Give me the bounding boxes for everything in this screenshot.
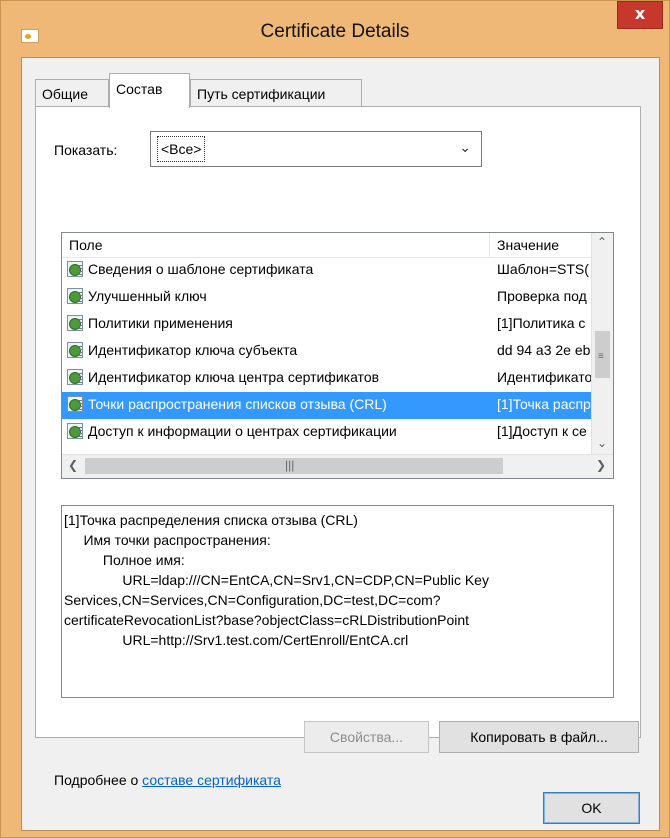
scroll-left-icon[interactable]: ❮ (68, 458, 78, 472)
row-value: [1]Политика с (497, 315, 586, 331)
tab-general[interactable]: Общие (35, 79, 109, 107)
list-item[interactable]: Сведения о шаблоне сертификата Шаблон=ST… (62, 257, 591, 284)
grip-icon: ≡ (598, 351, 604, 362)
list-item[interactable]: Идентификатор ключа центра сертификатов … (62, 365, 591, 392)
tab-certification-path[interactable]: Путь сертификации (190, 79, 362, 107)
ok-button[interactable]: OK (543, 792, 640, 824)
title-bar[interactable]: Certificate Details x (1, 1, 669, 43)
row-field: Сведения о шаблоне сертификата (88, 261, 314, 277)
fields-list[interactable]: Поле Значение Сведения о шаблоне сертифи… (61, 232, 614, 479)
certificate-extension-icon (67, 423, 83, 439)
certificate-details-window: Certificate Details x Общие Состав Путь … (0, 0, 670, 838)
row-field: Идентификатор ключа субъекта (88, 342, 298, 358)
window-title: Certificate Details (260, 21, 410, 42)
show-label-text: Показать: (54, 142, 118, 158)
detail-line: URL=http://Srv1.test.com/CertEnroll/EntC… (64, 632, 409, 648)
list-item[interactable]: Доступ к информации о центрах сертификац… (62, 419, 591, 446)
value-detail-box[interactable]: [1]Точка распределения списка отзыва (CR… (61, 505, 614, 698)
certificate-extension-icon (67, 261, 83, 277)
row-field: Доступ к информации о центрах сертификац… (88, 423, 397, 439)
row-field: Точки распространения списков отзыва (CR… (88, 396, 387, 412)
detail-line: Полное имя: (64, 552, 185, 568)
certificate-extension-icon (67, 369, 83, 385)
detail-line: URL=ldap:///CN=EntCA,CN=Srv1,CN=CDP,CN=P… (64, 572, 489, 588)
vertical-scroll-thumb[interactable]: ≡ (595, 331, 610, 378)
column-header-value[interactable]: Значение (497, 237, 559, 253)
list-item[interactable]: Политики применения [1]Политика с (62, 311, 591, 338)
learn-more-text: Подробнее о составе сертификата (54, 772, 281, 788)
detail-line: certificateRevocationList?base?objectCla… (64, 612, 470, 628)
row-field: Улучшенный ключ (88, 288, 207, 304)
detail-line: Имя точки распространения: (64, 532, 271, 548)
scroll-up-icon[interactable]: ⌃ (597, 235, 607, 249)
row-value: Шаблон=STS( (497, 261, 589, 277)
close-button[interactable]: x (617, 1, 663, 29)
vertical-scrollbar[interactable]: ⌃ ≡ ⌄ (591, 233, 613, 455)
row-field: Идентификатор ключа центра сертификатов (88, 369, 380, 385)
row-field: Политики применения (88, 315, 233, 331)
horizontal-scroll-thumb[interactable]: ||| (85, 458, 503, 474)
show-label: Показать: (54, 142, 117, 158)
row-value: [1]Точка распр (497, 396, 591, 412)
list-item[interactable]: Идентификатор ключа субъекта dd 94 a3 2e… (62, 338, 591, 365)
tab-details[interactable]: Состав (109, 73, 190, 108)
row-value: Идентификато (497, 369, 591, 385)
scroll-down-icon[interactable]: ⌄ (597, 436, 607, 450)
chevron-down-icon: ⌄ (459, 139, 471, 155)
column-header-field[interactable]: Поле (69, 237, 103, 253)
detail-line: Services,CN=Services,CN=Configuration,DC… (64, 592, 441, 608)
properties-button[interactable]: Свойства... (304, 721, 429, 753)
show-dropdown-value: <Все> (157, 136, 206, 162)
grip-icon: ||| (285, 458, 295, 472)
show-dropdown[interactable]: <Все> ⌄ (150, 131, 482, 167)
certificate-extension-icon (67, 288, 83, 304)
detail-line: [1]Точка распределения списка отзыва (CR… (64, 512, 358, 528)
row-value: [1]Доступ к се (497, 423, 587, 439)
horizontal-scrollbar[interactable]: ❮ ||| ❯ (62, 454, 613, 478)
copy-to-file-button[interactable]: Копировать в файл... (439, 721, 639, 753)
list-item-selected[interactable]: Точки распространения списков отзыва (CR… (62, 392, 591, 419)
learn-more-prefix: Подробнее о (54, 772, 143, 788)
certificate-extension-icon (67, 315, 83, 331)
list-header: Поле Значение (62, 233, 591, 258)
row-value: dd 94 a3 2e eb (497, 342, 591, 358)
certificate-extension-icon (67, 396, 83, 412)
scroll-right-icon[interactable]: ❯ (596, 458, 606, 472)
row-value: Проверка под (497, 288, 587, 304)
dialog-client-area: Общие Состав Путь сертификации Показать:… (21, 57, 660, 831)
list-item[interactable]: Улучшенный ключ Проверка под (62, 284, 591, 311)
details-tab-panel: Показать: <Все> ⌄ Поле Значение Сведения… (35, 106, 641, 788)
certificate-extension-icon (67, 342, 83, 358)
column-divider[interactable] (489, 233, 490, 257)
certificate-details-link[interactable]: составе сертификата (142, 772, 281, 788)
